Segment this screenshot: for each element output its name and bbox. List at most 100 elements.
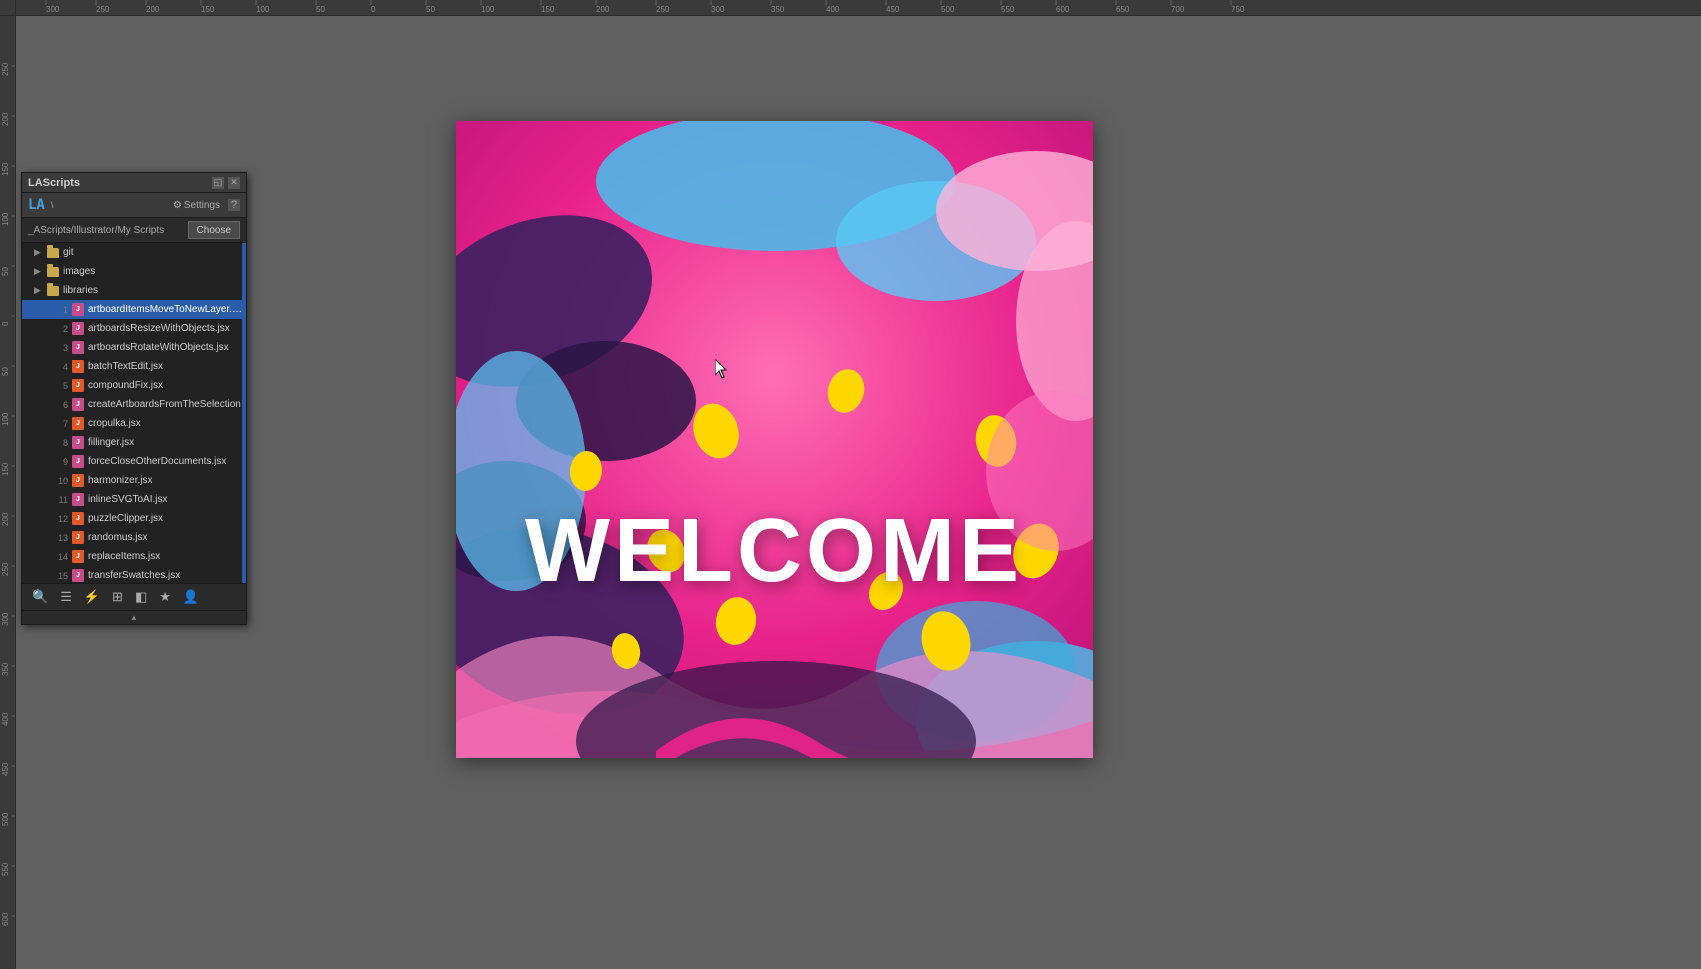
jsx-file-icon [71,398,85,412]
file-number: 12 [50,514,68,524]
list-item[interactable]: 7cropulka.jsx [22,414,246,433]
svg-text:0: 0 [371,5,376,14]
file-name: git [63,247,74,258]
star-icon: ★ [159,589,171,605]
list-item[interactable]: 2 artboardsResizeWithObjects.jsx [22,319,246,338]
list-icon: ☰ [60,589,72,605]
panel-help-button[interactable]: ? [228,199,240,211]
layers-icon: ◧ [135,589,147,605]
list-item[interactable]: 13randomus.jsx [22,528,246,547]
svg-text:750: 750 [1231,5,1245,14]
list-item[interactable]: ▶images [22,262,246,281]
jsx-file-icon [71,417,85,431]
list-item[interactable]: 10harmonizer.jsx [22,471,246,490]
svg-text:0: 0 [1,321,10,326]
svg-text:WELCOME: WELCOME [525,501,1023,601]
svg-text:200: 200 [596,5,610,14]
panel-collapse-bar[interactable]: ▲ [22,610,246,624]
grid-toolbar-button[interactable]: ⊞ [108,587,127,607]
panel-title: LAScripts [28,177,80,189]
svg-text:300: 300 [46,5,60,14]
file-number: 2 [50,324,68,334]
star-toolbar-button[interactable]: ★ [155,587,175,607]
svg-text:200: 200 [146,5,160,14]
settings-label: Settings [184,200,220,211]
file-name: cropulka.jsx [88,418,141,429]
svg-text:500: 500 [941,5,955,14]
list-item[interactable]: 1 artboardItemsMoveToNewLayer.jsx [22,300,246,319]
file-number: 9 [50,457,68,467]
settings-button[interactable]: ⚙ Settings [169,198,224,213]
file-name: libraries [63,285,98,296]
search-icon: 🔍 [32,589,48,605]
file-number: 10 [50,476,68,486]
folder-icon [46,265,60,279]
grid-icon: ⊞ [112,589,123,605]
lightning-icon: ⚡ [84,589,100,605]
svg-text:50: 50 [1,367,10,376]
file-name: batchTextEdit.jsx [88,361,163,372]
layers-toolbar-button[interactable]: ◧ [131,587,151,607]
ruler-top: 300 250 200 150 100 50 0 50 100 150 200 … [0,0,1701,16]
list-item[interactable]: 9forceCloseOtherDocuments.jsx [22,452,246,471]
panel-window-controls: ◱ ✕ [212,177,240,189]
jsx-file-icon [71,379,85,393]
list-item[interactable]: 15transferSwatches.jsx [22,566,246,583]
list-item[interactable]: 14replaceItems.jsx [22,547,246,566]
file-name: artboardItemsMoveToNewLayer.jsx [88,304,242,315]
svg-text:650: 650 [1116,5,1130,14]
choose-button[interactable]: Choose [188,221,240,239]
svg-text:150: 150 [1,162,10,176]
list-item[interactable]: ▶libraries [22,281,246,300]
list-item[interactable]: 11inlineSVGToAI.jsx [22,490,246,509]
file-name: randomus.jsx [88,532,147,543]
lightning-toolbar-button[interactable]: ⚡ [80,587,104,607]
jsx-file-icon [71,303,85,317]
svg-text:50: 50 [316,5,325,14]
svg-text:50: 50 [1,267,10,276]
svg-text:100: 100 [1,212,10,226]
list-item[interactable]: 5compoundFix.jsx [22,376,246,395]
list-item[interactable]: 4batchTextEdit.jsx [22,357,246,376]
user-icon: 👤 [183,589,199,605]
file-name: replaceItems.jsx [88,551,160,562]
jsx-file-icon [71,341,85,355]
svg-text:300: 300 [711,5,725,14]
file-name: inlineSVGToAI.jsx [88,494,167,505]
svg-text:100: 100 [1,412,10,426]
svg-text:250: 250 [656,5,670,14]
ruler-horizontal: 300 250 200 150 100 50 0 50 100 150 200 … [16,0,1701,16]
search-toolbar-button[interactable]: 🔍 [28,587,52,607]
file-name: createArtboardsFromTheSelection [88,399,241,410]
svg-text:400: 400 [826,5,840,14]
gear-icon: ⚙ [173,200,182,211]
artboard: WELCOME designed by 🎭 freepik [456,121,1093,758]
svg-text:550: 550 [1001,5,1015,14]
svg-text:400: 400 [1,712,10,726]
jsx-file-icon [71,436,85,450]
panel-minimize-button[interactable]: ◱ [212,177,224,189]
list-toolbar-button[interactable]: ☰ [56,587,76,607]
list-item[interactable]: 6createArtboardsFromTheSelection [22,395,246,414]
folder-icon [46,246,60,260]
list-item[interactable]: 12puzzleClipper.jsx [22,509,246,528]
list-item[interactable]: 3artboardsRotateWithObjects.jsx [22,338,246,357]
file-number: 8 [50,438,68,448]
panel-close-button[interactable]: ✕ [228,177,240,189]
expand-icon: ▶ [34,247,44,258]
scroll-indicator [242,243,246,583]
svg-text:450: 450 [1,762,10,776]
list-item[interactable]: 8fillinger.jsx [22,433,246,452]
list-item[interactable]: ▶ git [22,243,246,262]
svg-text:200: 200 [1,112,10,126]
user-toolbar-button[interactable]: 👤 [179,587,203,607]
file-number: 1 [50,305,68,315]
svg-text:50: 50 [426,5,435,14]
file-name: artboardsResizeWithObjects.jsx [88,323,230,334]
svg-text:550: 550 [1,862,10,876]
jsx-file-icon [71,455,85,469]
svg-text:250: 250 [1,62,10,76]
panel-filelist[interactable]: ▶ git ▶images▶libraries 1 artboardItemsMoveT… [22,243,246,583]
svg-text:250: 250 [96,5,110,14]
svg-text:300: 300 [1,612,10,626]
